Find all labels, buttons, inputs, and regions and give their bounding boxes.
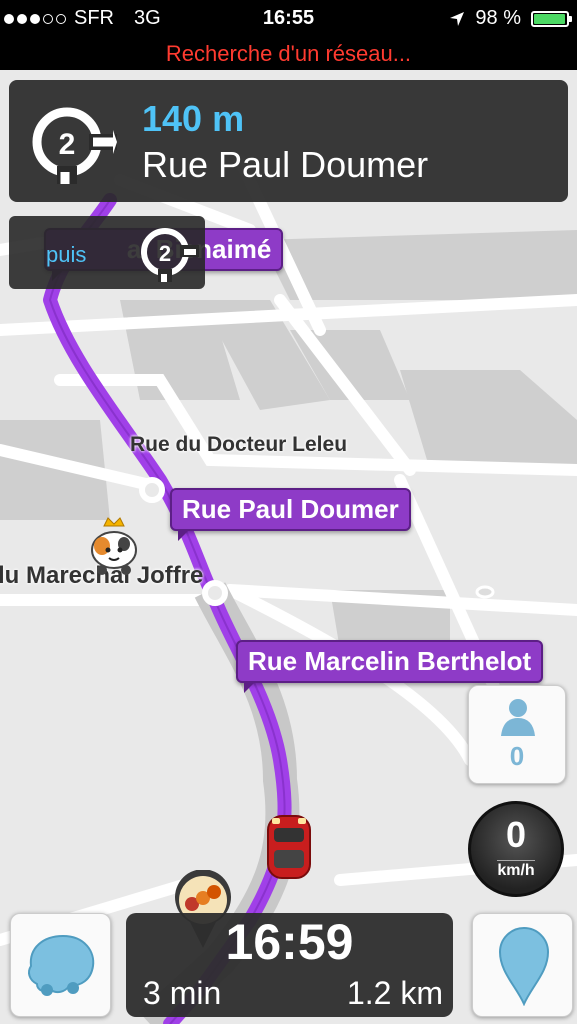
roundabout-icon: 2 <box>141 228 199 282</box>
wazers-nearby-button[interactable]: 0 <box>468 685 566 784</box>
eta-panel[interactable]: 16:59 3 min 1.2 km <box>126 913 453 1017</box>
next-turn-street: Rue Paul Doumer <box>142 144 429 185</box>
route-bubble-paul-doumer: Rue Paul Doumer <box>170 488 411 541</box>
roundabout-marker <box>139 477 165 503</box>
battery-percent: 98 % <box>475 7 521 29</box>
wazer-king-icon[interactable] <box>88 516 140 576</box>
speed-unit: km/h <box>497 862 535 879</box>
speed-value: 0 <box>505 814 527 855</box>
status-right: 98 % <box>449 7 572 30</box>
next-turn-panel[interactable]: 2 140 m Rue Paul Doumer <box>9 80 568 202</box>
status-bar: SFR 3G 16:55 98 % <box>0 0 577 38</box>
network-search-banner: Recherche d'un réseau... <box>0 38 577 70</box>
then-label: puis <box>46 242 87 267</box>
remaining-distance: 1.2 km <box>346 975 443 1011</box>
wazers-count: 0 <box>509 741 525 771</box>
arrival-time: 16:59 <box>225 914 354 970</box>
speedometer: 0 km/h <box>468 801 564 897</box>
remaining-duration: 3 min <box>143 975 222 1011</box>
svg-text:2: 2 <box>159 241 171 266</box>
report-button[interactable] <box>472 913 573 1017</box>
waze-menu-icon <box>28 934 95 996</box>
then-turn-panel[interactable]: puis 2 <box>9 216 205 289</box>
person-icon <box>501 699 535 736</box>
car-position-icon <box>267 815 311 879</box>
next-turn-distance: 140 m <box>142 98 245 139</box>
battery-icon <box>531 10 572 27</box>
menu-button[interactable] <box>10 913 111 1017</box>
roundabout-icon: 2 <box>32 107 117 184</box>
report-pin-icon <box>498 927 550 1006</box>
svg-text:2: 2 <box>59 128 76 161</box>
street-label-docteur-leleu: Rue du Docteur Leleu <box>130 433 348 456</box>
location-arrow-icon <box>450 11 465 26</box>
route-bubble-berthelot: Rue Marcelin Berthelot <box>236 640 544 693</box>
